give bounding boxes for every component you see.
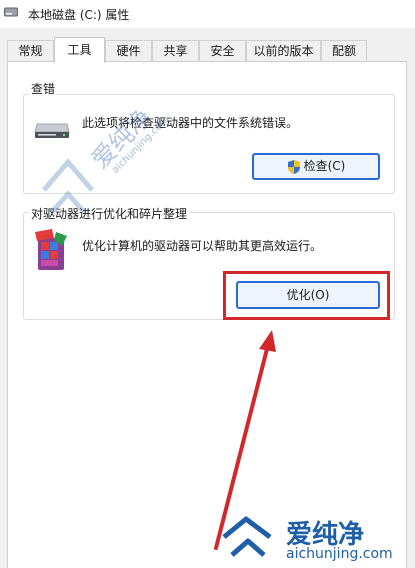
watermark-logo (222, 516, 272, 557)
tab-tools[interactable]: 工具 (54, 37, 105, 63)
tab-quota[interactable]: 配额 (321, 40, 367, 61)
watermark-url: aichunjing.com (286, 546, 393, 562)
tab-security[interactable]: 安全 (199, 40, 246, 61)
tab-hardware[interactable]: 硬件 (105, 40, 152, 61)
drive-icon (4, 7, 18, 17)
optimize-description: 优化计算机的驱动器可以帮助其更高效运行。 (82, 239, 323, 253)
defrag-icon (35, 229, 67, 270)
check-button[interactable]: 检查(C) (252, 153, 380, 180)
tab-strip: 常规 工具 硬件 共享 安全 以前的版本 配额 (0, 37, 415, 63)
watermark-logo-faint (42, 158, 94, 214)
uac-shield-icon (287, 159, 300, 174)
hard-drive-icon (34, 123, 70, 138)
tab-general[interactable]: 常规 (7, 40, 54, 61)
tab-previous-versions[interactable]: 以前的版本 (246, 40, 321, 61)
title-bar: 本地磁盘 (C:) 属性 (0, 0, 415, 28)
tab-sharing[interactable]: 共享 (152, 40, 199, 61)
check-button-label: 检查(C) (303, 159, 346, 173)
annotation-highlight-box (223, 271, 390, 320)
window-title: 本地磁盘 (C:) 属性 (28, 8, 130, 22)
error-check-title: 查错 (29, 80, 58, 97)
